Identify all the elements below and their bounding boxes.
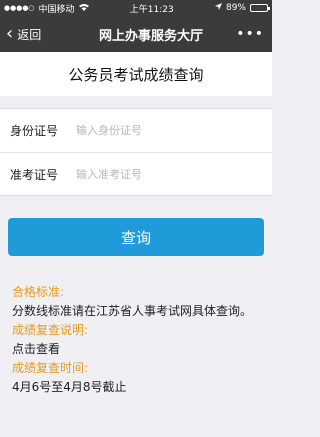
exam-row: 准考证号	[0, 152, 272, 195]
id-row: 身份证号	[0, 109, 272, 152]
pass-text: 分数线标准请在江苏省人事考试网具体查询。	[12, 304, 253, 318]
review-time-text: 4月6号至4月8号截止	[12, 380, 127, 394]
battery-icon	[249, 4, 270, 12]
battery-percent: 89%	[225, 3, 246, 13]
clock: 上午11:23	[129, 4, 174, 15]
id-label: 身份证号	[10, 124, 59, 138]
back-label: 返回	[17, 27, 42, 42]
query-form: 身份证号 准考证号	[0, 108, 272, 196]
page-title: 公务员考试成绩查询	[0, 52, 272, 96]
wifi-icon	[78, 3, 89, 14]
info-section: 合格标准: 分数线标准请在江苏省人事考试网具体查询。 成绩复查说明: 点击查看 …	[12, 283, 264, 397]
location-icon	[214, 2, 222, 14]
exam-number-input[interactable]	[76, 167, 272, 181]
nav-title: 网上办事服务大厅	[98, 28, 203, 44]
query-button[interactable]: 查询	[8, 218, 264, 256]
exam-label: 准考证号	[10, 167, 59, 182]
back-button[interactable]: ‹ 返回	[0, 25, 70, 43]
nav-bar: ‹ 返回 网上办事服务大厅 •••	[0, 16, 272, 52]
pass-heading: 合格标准:	[12, 285, 65, 299]
carrier-label: 中国移动	[38, 4, 75, 15]
review-link[interactable]: 点击查看	[12, 340, 264, 359]
id-number-input[interactable]	[76, 124, 272, 137]
status-bar: ●●●●○ 中国移动 上午11:23 89%	[0, 0, 272, 16]
chevron-left-icon: ‹	[6, 23, 14, 44]
review-time-heading: 成绩复查时间:	[12, 361, 89, 375]
more-icon[interactable]: •••	[232, 26, 272, 42]
signal-icon: ●●●●○	[4, 4, 35, 12]
review-heading: 成绩复查说明:	[12, 323, 89, 337]
